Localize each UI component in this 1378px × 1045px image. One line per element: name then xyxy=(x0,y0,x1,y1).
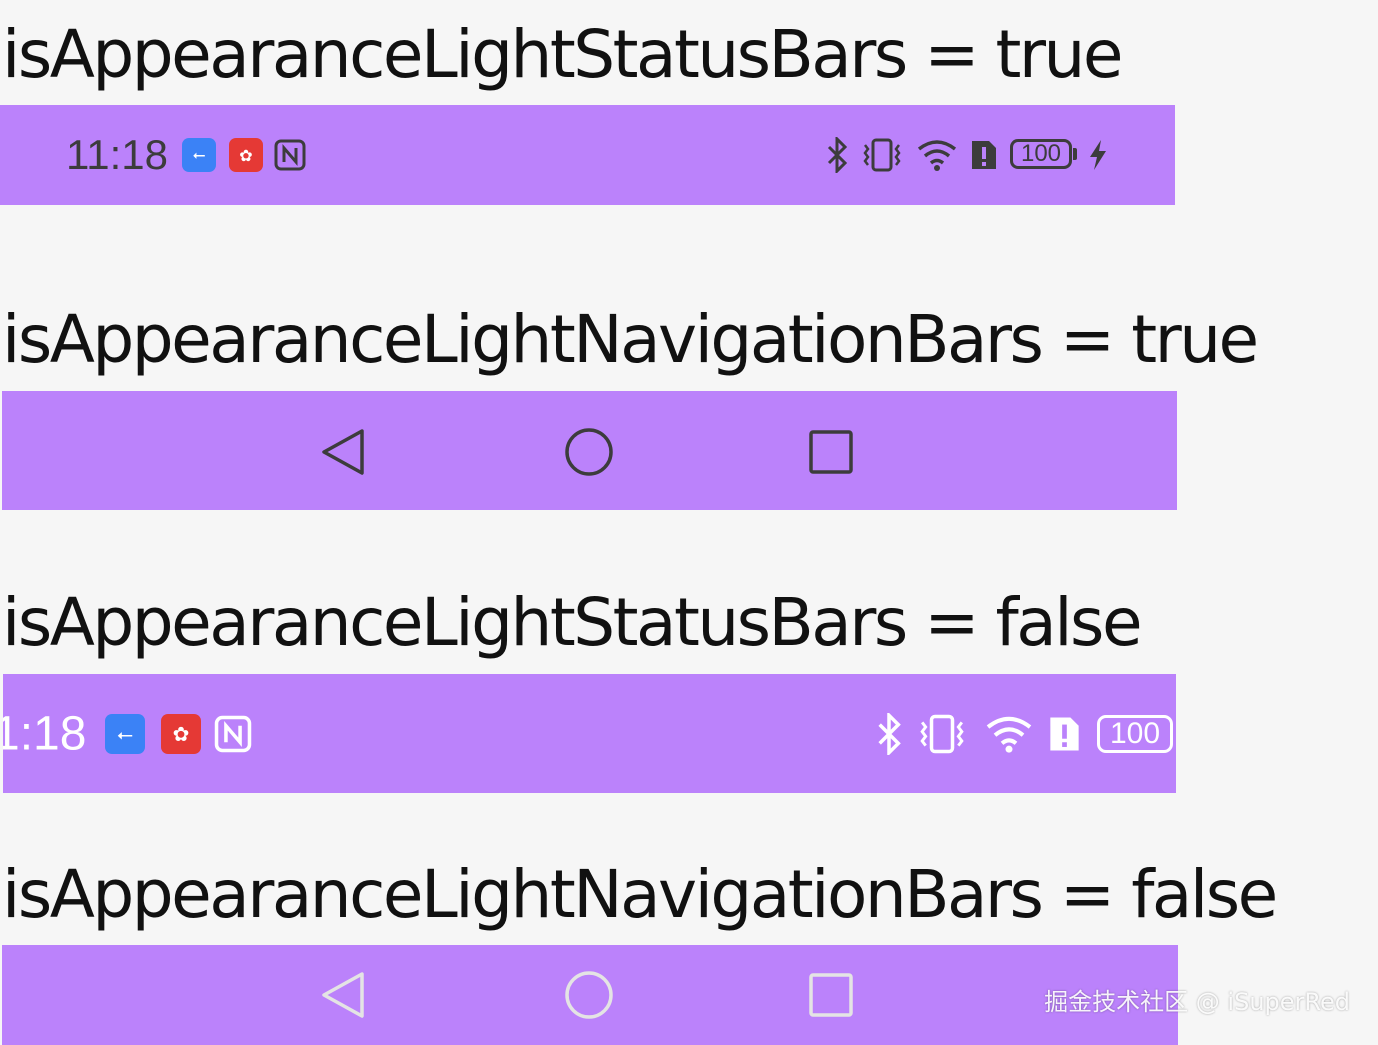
heading-light-status-true: isAppearanceLightStatusBars = true xyxy=(2,16,1123,93)
vibrate-icon xyxy=(916,713,968,755)
home-circle-icon[interactable] xyxy=(564,427,614,477)
nfc-icon xyxy=(273,138,307,172)
wifi-icon xyxy=(983,713,1035,755)
charging-bolt-icon xyxy=(1088,139,1108,171)
battery-icon: 100 xyxy=(1010,139,1077,169)
recents-square-icon[interactable] xyxy=(808,972,854,1018)
usb-debugging-icon: ⭠ xyxy=(105,714,145,754)
heading-light-nav-true: isAppearanceLightNavigationBars = true xyxy=(2,301,1259,378)
vibrate-icon xyxy=(860,137,904,173)
huawei-app-icon: ✿ xyxy=(229,138,263,172)
sim-alert-icon xyxy=(1048,715,1081,753)
heading-light-status-false: isAppearanceLightStatusBars = false xyxy=(2,584,1143,661)
back-triangle-icon[interactable] xyxy=(318,427,368,477)
status-time: 1:18 xyxy=(3,707,87,760)
wifi-icon xyxy=(915,137,959,173)
back-triangle-icon[interactable] xyxy=(318,970,368,1020)
home-circle-icon[interactable] xyxy=(564,970,614,1020)
navigation-bar-light-true xyxy=(2,391,1177,510)
status-bar-light-true: 11:18 ⭠ ✿ 100 xyxy=(0,105,1175,205)
nfc-icon xyxy=(213,714,253,754)
battery-icon: 100 xyxy=(1097,715,1173,753)
status-time: 11:18 xyxy=(66,131,168,178)
huawei-app-icon: ✿ xyxy=(161,714,201,754)
bluetooth-icon xyxy=(875,713,903,755)
navigation-bar-light-false xyxy=(2,945,1178,1045)
sim-alert-icon xyxy=(970,139,998,171)
status-bar-light-false: 1:18 ⭠ ✿ 100 xyxy=(3,674,1176,793)
bluetooth-icon xyxy=(825,137,849,173)
watermark: 掘金技术社区 @ iSuperRed xyxy=(1044,988,1350,1016)
recents-square-icon[interactable] xyxy=(808,429,854,475)
heading-light-nav-false: isAppearanceLightNavigationBars = false xyxy=(2,856,1278,933)
usb-debugging-icon: ⭠ xyxy=(182,138,216,172)
